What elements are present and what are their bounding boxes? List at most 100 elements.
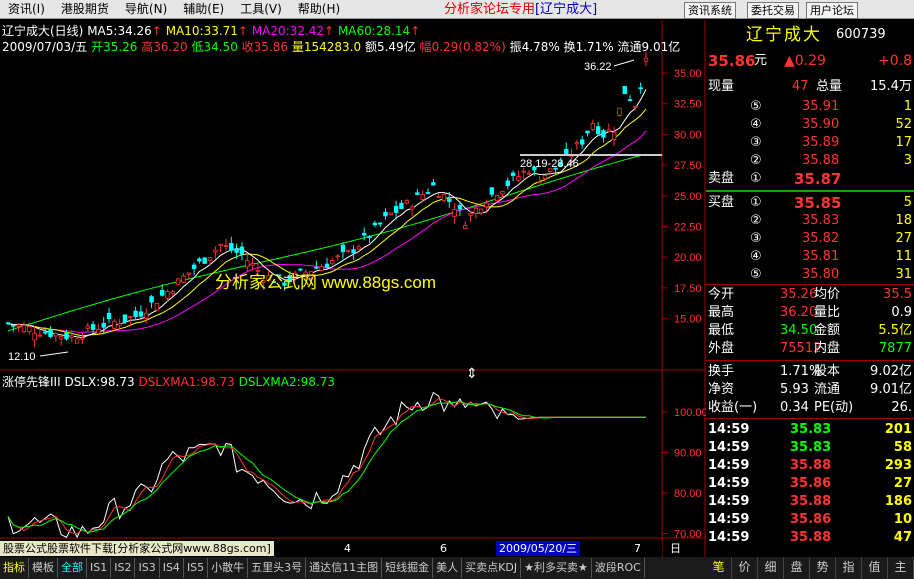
ma20-label: MA20:32.42 [251, 24, 325, 38]
candle-body [117, 323, 122, 326]
menu-item-hk-futures[interactable]: 港股期货 [53, 0, 117, 19]
ma5-label: MA5:34.26 [87, 24, 152, 38]
candle-body [218, 244, 223, 247]
candle-body [494, 195, 500, 202]
candle-body [106, 312, 112, 319]
stat-row: 外盘 75512 内盘 7877 [708, 341, 912, 356]
candle-body [441, 194, 447, 201]
site-banner[interactable]: 股票公式股票软件下载[分析家公式网www.88gs.com] [0, 541, 274, 556]
forum-button[interactable]: 用户论坛 [806, 2, 858, 19]
candle-body [11, 324, 16, 327]
candle-body [393, 205, 399, 213]
candle-body [21, 325, 27, 333]
candle-body [622, 85, 627, 95]
tab-10[interactable]: 通达信11主图 [306, 558, 383, 578]
candle-body [580, 139, 585, 145]
candle-body [452, 208, 457, 218]
price-axis-label: 27.50 [674, 160, 702, 172]
candle-body [606, 129, 611, 132]
tab-8[interactable]: 小散牛 [208, 558, 249, 578]
tab-6[interactable]: IS4 [160, 558, 184, 578]
indicator-axis-label: 70.00 [674, 529, 702, 541]
price-axis-label: 32.50 [674, 99, 702, 111]
candle-body [58, 336, 64, 340]
candle-body [484, 202, 489, 208]
candle-body [399, 202, 404, 210]
candle-body [32, 332, 37, 341]
candle-body [53, 333, 59, 337]
candle-body [330, 260, 335, 265]
candle-body [324, 263, 330, 268]
panel-tab-2[interactable]: 细 [758, 557, 784, 579]
price-change-pct: +0.8 [878, 53, 912, 69]
menu-item-help[interactable]: 帮助(H) [290, 0, 348, 19]
price-axis-label: 22.50 [674, 222, 702, 234]
tick-row: 14:59 35.88 293 [708, 458, 912, 473]
tick-row: 14:59 35.86 27 [708, 476, 912, 491]
tab-12[interactable]: 美人 [433, 558, 463, 578]
indicator-axis-label: 90.00 [674, 448, 702, 460]
tab-15[interactable]: 波段ROC [592, 558, 645, 578]
ohlc-info-line: 2009/07/03/五 开35.26 高36.20 低34.50 收35.86… [2, 40, 681, 54]
panel-tab-6[interactable]: 值 [862, 557, 888, 579]
candle-body [314, 266, 319, 269]
candle-body [500, 191, 505, 195]
stock-name: 辽宁成大 [746, 25, 822, 45]
ma60-label: MA60:28.14 [337, 24, 411, 38]
candle-body [133, 310, 138, 318]
candle-body [611, 131, 617, 140]
tab-3[interactable]: IS1 [87, 558, 112, 578]
panel-tab-1[interactable]: 价 [732, 557, 758, 579]
panel-tab-0[interactable]: 笔 [706, 557, 732, 579]
ask-level-2: ② 35.88 3 [750, 153, 912, 168]
candle-body [372, 222, 378, 226]
candle-body [537, 181, 542, 184]
chart-name: 辽宁成大(日线) [2, 24, 84, 38]
candle-body [516, 176, 521, 181]
tab-13[interactable]: 买卖点KDJ [462, 558, 522, 578]
price-chart[interactable]: 35.00 32.50 30.00 27.50 25.00 22.50 20.00 17.50… [0, 20, 706, 557]
candle-body [362, 232, 367, 236]
panel-tab-7[interactable]: 主 [888, 557, 914, 579]
tab-7[interactable]: IS5 [184, 558, 209, 578]
ma10-label: MA10:33.71 [165, 24, 238, 38]
candle-body [638, 87, 643, 90]
trade-button[interactable]: 委托交易 [747, 2, 799, 19]
tab-0[interactable]: 指标 [0, 558, 29, 578]
menu-item-assist[interactable]: 辅助(E) [175, 0, 232, 19]
tab-11[interactable]: 短线掘金 [382, 558, 434, 578]
candle-body [377, 222, 383, 225]
candle-body [340, 244, 346, 253]
info-system-button[interactable]: 资讯系统 [684, 2, 736, 19]
panel-tab-3[interactable]: 盘 [784, 557, 810, 579]
tab-1[interactable]: 模板 [29, 558, 58, 578]
candle-body [574, 142, 580, 145]
bid-level-4: ④ 35.81 11 [750, 249, 912, 264]
bid-level-3: ③ 35.82 27 [750, 231, 912, 246]
stat2-row: 收益(一) 0.34 PE(动) 26. [708, 400, 912, 415]
stock-code: 600739 [836, 27, 886, 42]
menu-item-tools[interactable]: 工具(V) [232, 0, 290, 19]
candle-body [436, 196, 441, 198]
tick-row: 14:59 35.86 10 [708, 512, 912, 527]
candle-body [159, 289, 165, 296]
candle-body [16, 324, 21, 327]
panel-tab-4[interactable]: 势 [810, 557, 836, 579]
tab-9[interactable]: 五里头3号 [248, 558, 307, 578]
ask-level-1: 卖盘 ① 35.87 [708, 170, 842, 188]
tab-4[interactable]: IS2 [111, 558, 136, 578]
menu-item-info[interactable]: 资讯(I) [0, 0, 53, 19]
price-axis-label: 25.00 [674, 191, 702, 203]
candle-body [27, 326, 32, 332]
tab-14[interactable]: ★利多买卖★ [521, 558, 592, 578]
low-mark: 12.10 [8, 351, 36, 363]
menu-item-navigate[interactable]: 导航(N) [117, 0, 175, 19]
panel-tab-5[interactable]: 指 [836, 557, 862, 579]
tab-2[interactable]: 全部 [58, 558, 87, 578]
candle-body [367, 235, 372, 238]
tab-5[interactable]: IS3 [135, 558, 160, 578]
price-axis-label: 17.50 [674, 283, 702, 295]
candle-body [542, 175, 548, 180]
candle-body [473, 207, 479, 214]
candle-body [643, 57, 649, 62]
